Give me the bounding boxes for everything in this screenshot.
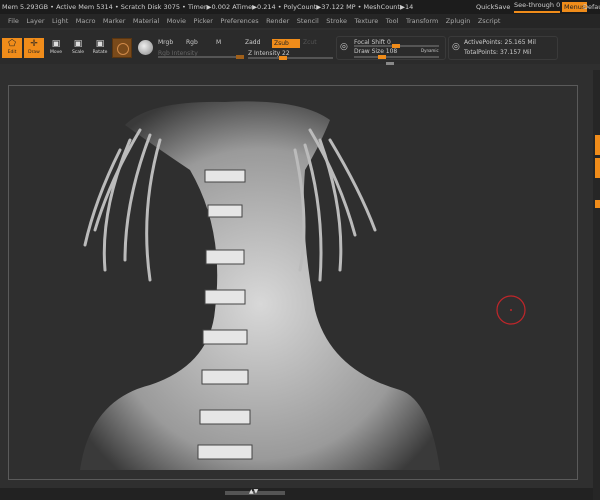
total-points: TotalPoints: 37.157 Mil xyxy=(464,49,532,56)
memory-info: Mem 5.293GB • Active Mem 5314 • Scratch … xyxy=(2,3,414,11)
zsub-button[interactable]: Zsub xyxy=(272,39,300,48)
quicksave-button[interactable]: QuickSave xyxy=(476,0,510,14)
draw-icon: ✛ xyxy=(30,39,38,49)
status-bar: Mem 5.293GB • Active Mem 5314 • Scratch … xyxy=(0,0,600,14)
rgb-intensity-slider[interactable] xyxy=(158,55,244,59)
menu-file[interactable]: File xyxy=(8,17,19,25)
see-through-slider[interactable]: See-through 0 xyxy=(514,0,561,13)
rotate-button[interactable]: ▣ Rotate xyxy=(90,38,110,58)
expand-arrows-icon[interactable]: ▲▼ xyxy=(249,488,258,495)
menu-transform[interactable]: Transform xyxy=(406,17,438,25)
focal-shift-slider[interactable] xyxy=(354,44,439,48)
menu-layer[interactable]: Layer xyxy=(26,17,44,25)
scale-button[interactable]: ▣ Scale xyxy=(68,38,88,58)
canvas-viewport[interactable] xyxy=(0,70,593,500)
rgb-intensity-icon: ◎ xyxy=(452,42,460,52)
menu-stencil[interactable]: Stencil xyxy=(297,17,319,25)
menu-stroke[interactable]: Stroke xyxy=(326,17,347,25)
texture-sphere-icon[interactable] xyxy=(138,40,153,55)
default-script-button[interactable]: Default xyxy=(583,0,600,14)
move-button[interactable]: ▣ Move xyxy=(46,38,66,58)
edit-button[interactable]: ⬠ Edit xyxy=(2,38,22,58)
mrgb-button[interactable]: Mrgb xyxy=(158,39,173,46)
dynamic-button[interactable]: Dynamic xyxy=(421,48,439,53)
draw-size-label: Draw Size 108 xyxy=(354,48,398,55)
menu-macro[interactable]: Macro xyxy=(76,17,96,25)
menu-texture[interactable]: Texture xyxy=(355,17,379,25)
tray-button[interactable] xyxy=(595,135,600,155)
zcut-button[interactable]: Zcut xyxy=(303,39,317,46)
menu-zscript[interactable]: Zscript xyxy=(478,17,501,25)
move-icon: ▣ xyxy=(51,39,61,49)
toolbar: ⬠ Edit ✛ Draw ▣ Move ▣ Scale ▣ Rotate Mrgb Rg… xyxy=(0,30,600,65)
toolbar-collapse-handle[interactable] xyxy=(386,62,394,65)
tray-button[interactable] xyxy=(595,158,600,178)
menu-preferences[interactable]: Preferences xyxy=(220,17,258,25)
draw-size-slider[interactable] xyxy=(354,55,439,59)
menu-material[interactable]: Material xyxy=(133,17,159,25)
menu-render[interactable]: Render xyxy=(266,17,289,25)
menu-light[interactable]: Light xyxy=(52,17,68,25)
tray-button[interactable] xyxy=(595,200,600,208)
menu-zplugin[interactable]: Zplugin xyxy=(446,17,471,25)
zadd-button[interactable]: Zadd xyxy=(245,39,260,46)
menu-marker[interactable]: Marker xyxy=(103,17,125,25)
m-button[interactable]: M xyxy=(216,39,221,46)
material-icon[interactable] xyxy=(112,38,132,58)
scale-icon: ▣ xyxy=(73,39,83,49)
menu-tool[interactable]: Tool xyxy=(386,17,399,25)
right-tray[interactable] xyxy=(593,70,600,500)
draw-button[interactable]: ✛ Draw xyxy=(24,38,44,58)
rgb-button[interactable]: Rgb xyxy=(186,39,198,46)
sculpt-model xyxy=(80,101,526,470)
z-intensity-slider[interactable] xyxy=(248,56,333,60)
menu-picker[interactable]: Picker xyxy=(194,17,213,25)
rotate-icon: ▣ xyxy=(95,39,105,49)
focal-shift-icon: ◎ xyxy=(340,42,348,52)
edit-icon: ⬠ xyxy=(8,39,16,49)
bottom-tray: ▲▼ xyxy=(0,488,593,500)
menu-bar: File Layer Light Macro Marker Material Movie Pi… xyxy=(0,14,600,28)
menu-movie[interactable]: Movie xyxy=(167,17,186,25)
active-points: ActivePoints: 25.165 Mil xyxy=(464,39,536,46)
